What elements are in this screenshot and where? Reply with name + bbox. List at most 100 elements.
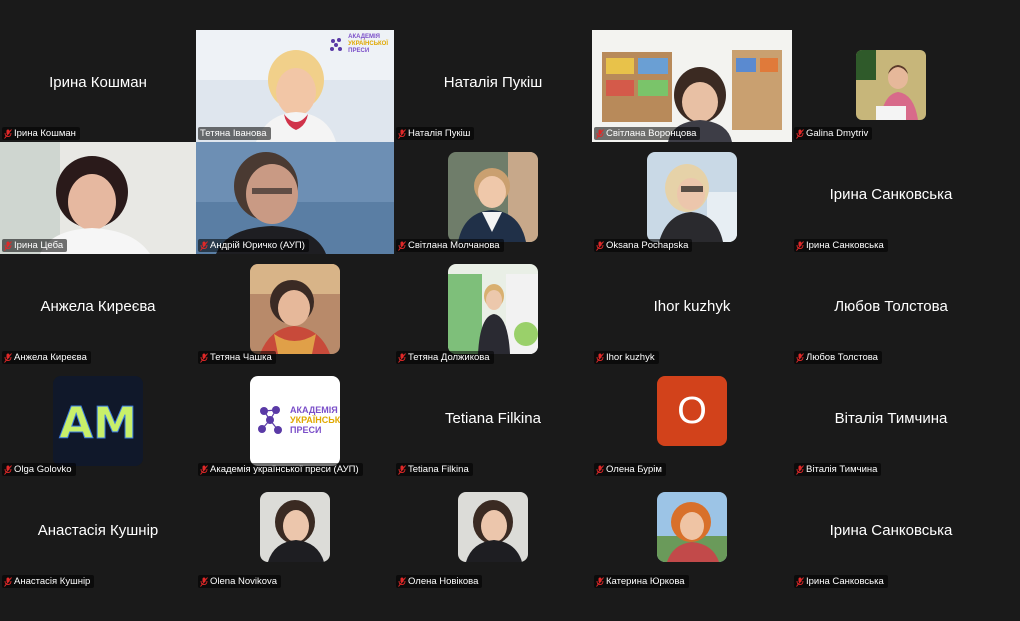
muted-mic-icon <box>200 240 208 251</box>
participant-name: Oksana Pochapska <box>606 240 689 251</box>
participant-label: Oksana Pochapska <box>594 239 693 252</box>
participant-label: Світлана Воронцова <box>594 127 701 140</box>
participant-tile[interactable]: Tetiana Filkina Tetiana Filkina <box>394 366 592 478</box>
participant-label: Любов Толстова <box>794 351 882 364</box>
muted-mic-icon <box>596 576 604 587</box>
participant-tile[interactable]: Ірина Кошман Ірина Кошман <box>0 30 196 142</box>
participant-avatar: АКАДЕМІЯУКРАЇНСЬКОЇПРЕСИ <box>250 376 340 466</box>
participant-tile[interactable]: Ірина Санковська Ірина Санковська <box>792 478 990 590</box>
participant-video <box>592 30 792 142</box>
participant-label: Наталія Пукіш <box>396 127 475 140</box>
academy-logo: АКАДЕМІЯУКРАЇНСЬКОЇПРЕСИ <box>329 34 388 55</box>
participant-avatar <box>856 50 926 120</box>
participant-name: Тетяна Чашка <box>210 352 272 363</box>
participant-label: Galina Dmytriv <box>794 127 873 140</box>
participant-display-name: Ірина Кошман <box>49 74 147 91</box>
participant-name: Olga Golovko <box>14 464 72 475</box>
participant-name: Tetiana Filkina <box>408 464 469 475</box>
participant-tile-active-speaker[interactable]: АКАДЕМІЯ УКРАЇНСЬКОЇ ПРЕСИ Тетяна Іванова <box>196 30 394 142</box>
muted-mic-icon <box>200 464 208 475</box>
participant-tile[interactable]: Ihor kuzhyk Ihor kuzhyk <box>592 254 792 366</box>
participant-name: Анжела Киреєва <box>14 352 87 363</box>
participant-avatar <box>647 152 737 242</box>
participant-display-name: Анжела Киреєва <box>40 298 156 315</box>
participant-label: Ihor kuzhyk <box>594 351 659 364</box>
participant-label: Віталія Тимчина <box>794 463 882 476</box>
participant-tile[interactable]: Світлана Воронцова <box>592 30 792 142</box>
participant-name: Катерина Юркова <box>606 576 685 587</box>
participant-tile[interactable]: Ірина Санковська Ірина Санковська <box>792 142 990 254</box>
muted-mic-icon <box>4 352 12 363</box>
participant-name: Олена Новікова <box>408 576 479 587</box>
participant-tile[interactable]: Любов Толстова Любов Толстова <box>792 254 990 366</box>
participant-tile[interactable]: Віталія Тимчина Віталія Тимчина <box>792 366 990 478</box>
muted-mic-icon <box>596 352 604 363</box>
participant-label: Ірина Кошман <box>2 127 80 140</box>
participant-avatar <box>458 492 528 562</box>
muted-mic-icon <box>398 352 406 363</box>
participant-label: Тетяна Іванова <box>198 127 271 140</box>
participant-tile[interactable]: Анжела Киреєва Анжела Киреєва <box>0 254 196 366</box>
participant-avatar <box>448 264 538 354</box>
participant-tile[interactable]: Тетяна Чашка <box>196 254 394 366</box>
participant-video <box>196 142 394 254</box>
participant-label: Олена Бурім <box>594 463 666 476</box>
muted-mic-icon <box>398 240 406 251</box>
participant-label: Катерина Юркова <box>594 575 689 588</box>
participant-name: Ірина Санковська <box>806 576 884 587</box>
participant-display-name: Любов Толстова <box>834 298 948 315</box>
participant-label: Академія української преси (АУП) <box>198 463 363 476</box>
participant-tile[interactable]: Андрій Юричко (АУП) <box>196 142 394 254</box>
video-grid: Ірина Кошман Ірина Кошман АКАДЕМІЯ УКРАЇН… <box>0 30 990 590</box>
participant-label: Тетяна Должикова <box>396 351 494 364</box>
participant-label: Тетяна Чашка <box>198 351 276 364</box>
participant-tile[interactable]: Galina Dmytriv <box>792 30 990 142</box>
participant-label: Ірина Цеба <box>2 239 68 252</box>
participant-tile[interactable]: Анастасія Кушнір Анастасія Кушнір <box>0 478 196 590</box>
participant-name: Тетяна Іванова <box>200 128 267 139</box>
participant-label: Андрій Юричко (АУП) <box>198 239 309 252</box>
participant-tile[interactable]: AM Olga Golovko <box>0 366 196 478</box>
participant-tile[interactable]: Катерина Юркова <box>592 478 792 590</box>
participant-tile[interactable]: Oksana Pochapska <box>592 142 792 254</box>
participant-name: Ірина Цеба <box>14 240 64 251</box>
participant-name: Академія української преси (АУП) <box>210 464 359 475</box>
participant-display-name: Ірина Санковська <box>829 186 953 203</box>
participant-label: Ірина Санковська <box>794 575 888 588</box>
participant-label: Ірина Санковська <box>794 239 888 252</box>
muted-mic-icon <box>4 576 12 587</box>
participant-name: Galina Dmytriv <box>806 128 869 139</box>
participant-tile[interactable]: Тетяна Должикова <box>394 254 592 366</box>
participant-tile[interactable]: Olena Novikova <box>196 478 394 590</box>
participant-label: Olga Golovko <box>2 463 76 476</box>
participant-video <box>0 142 196 254</box>
svg-text:AM: AM <box>59 398 137 449</box>
participant-tile[interactable]: Наталія Пукіш Наталія Пукіш <box>394 30 592 142</box>
muted-mic-icon <box>200 352 208 363</box>
participant-name: Андрій Юричко (АУП) <box>210 240 305 251</box>
participant-tile[interactable]: АКАДЕМІЯУКРАЇНСЬКОЇПРЕСИ Академія україн… <box>196 366 394 478</box>
participant-name: Олена Бурім <box>606 464 662 475</box>
participant-name: Анастасія Кушнір <box>14 576 91 587</box>
muted-mic-icon <box>4 128 12 139</box>
participant-avatar <box>657 492 727 562</box>
muted-mic-icon <box>398 576 406 587</box>
muted-mic-icon <box>398 128 406 139</box>
participant-tile[interactable]: Світлана Молчанова <box>394 142 592 254</box>
participant-avatar <box>250 264 340 354</box>
participant-name: Віталія Тимчина <box>806 464 878 475</box>
participant-name: Світлана Молчанова <box>408 240 500 251</box>
muted-mic-icon <box>398 464 406 475</box>
participant-tile[interactable]: Ірина Цеба <box>0 142 196 254</box>
muted-mic-icon <box>596 128 604 139</box>
participant-label: Олена Новікова <box>396 575 483 588</box>
participant-tile[interactable]: O Олена Бурім <box>592 366 792 478</box>
participant-display-name: Наталія Пукіш <box>443 74 543 91</box>
muted-mic-icon <box>796 352 804 363</box>
participant-tile[interactable]: Олена Новікова <box>394 478 592 590</box>
participant-display-name: Tetiana Filkina <box>445 410 541 427</box>
participant-avatar <box>260 492 330 562</box>
muted-mic-icon <box>796 128 804 139</box>
participant-name: Olena Novikova <box>210 576 278 587</box>
participant-avatar: AM <box>53 376 143 466</box>
